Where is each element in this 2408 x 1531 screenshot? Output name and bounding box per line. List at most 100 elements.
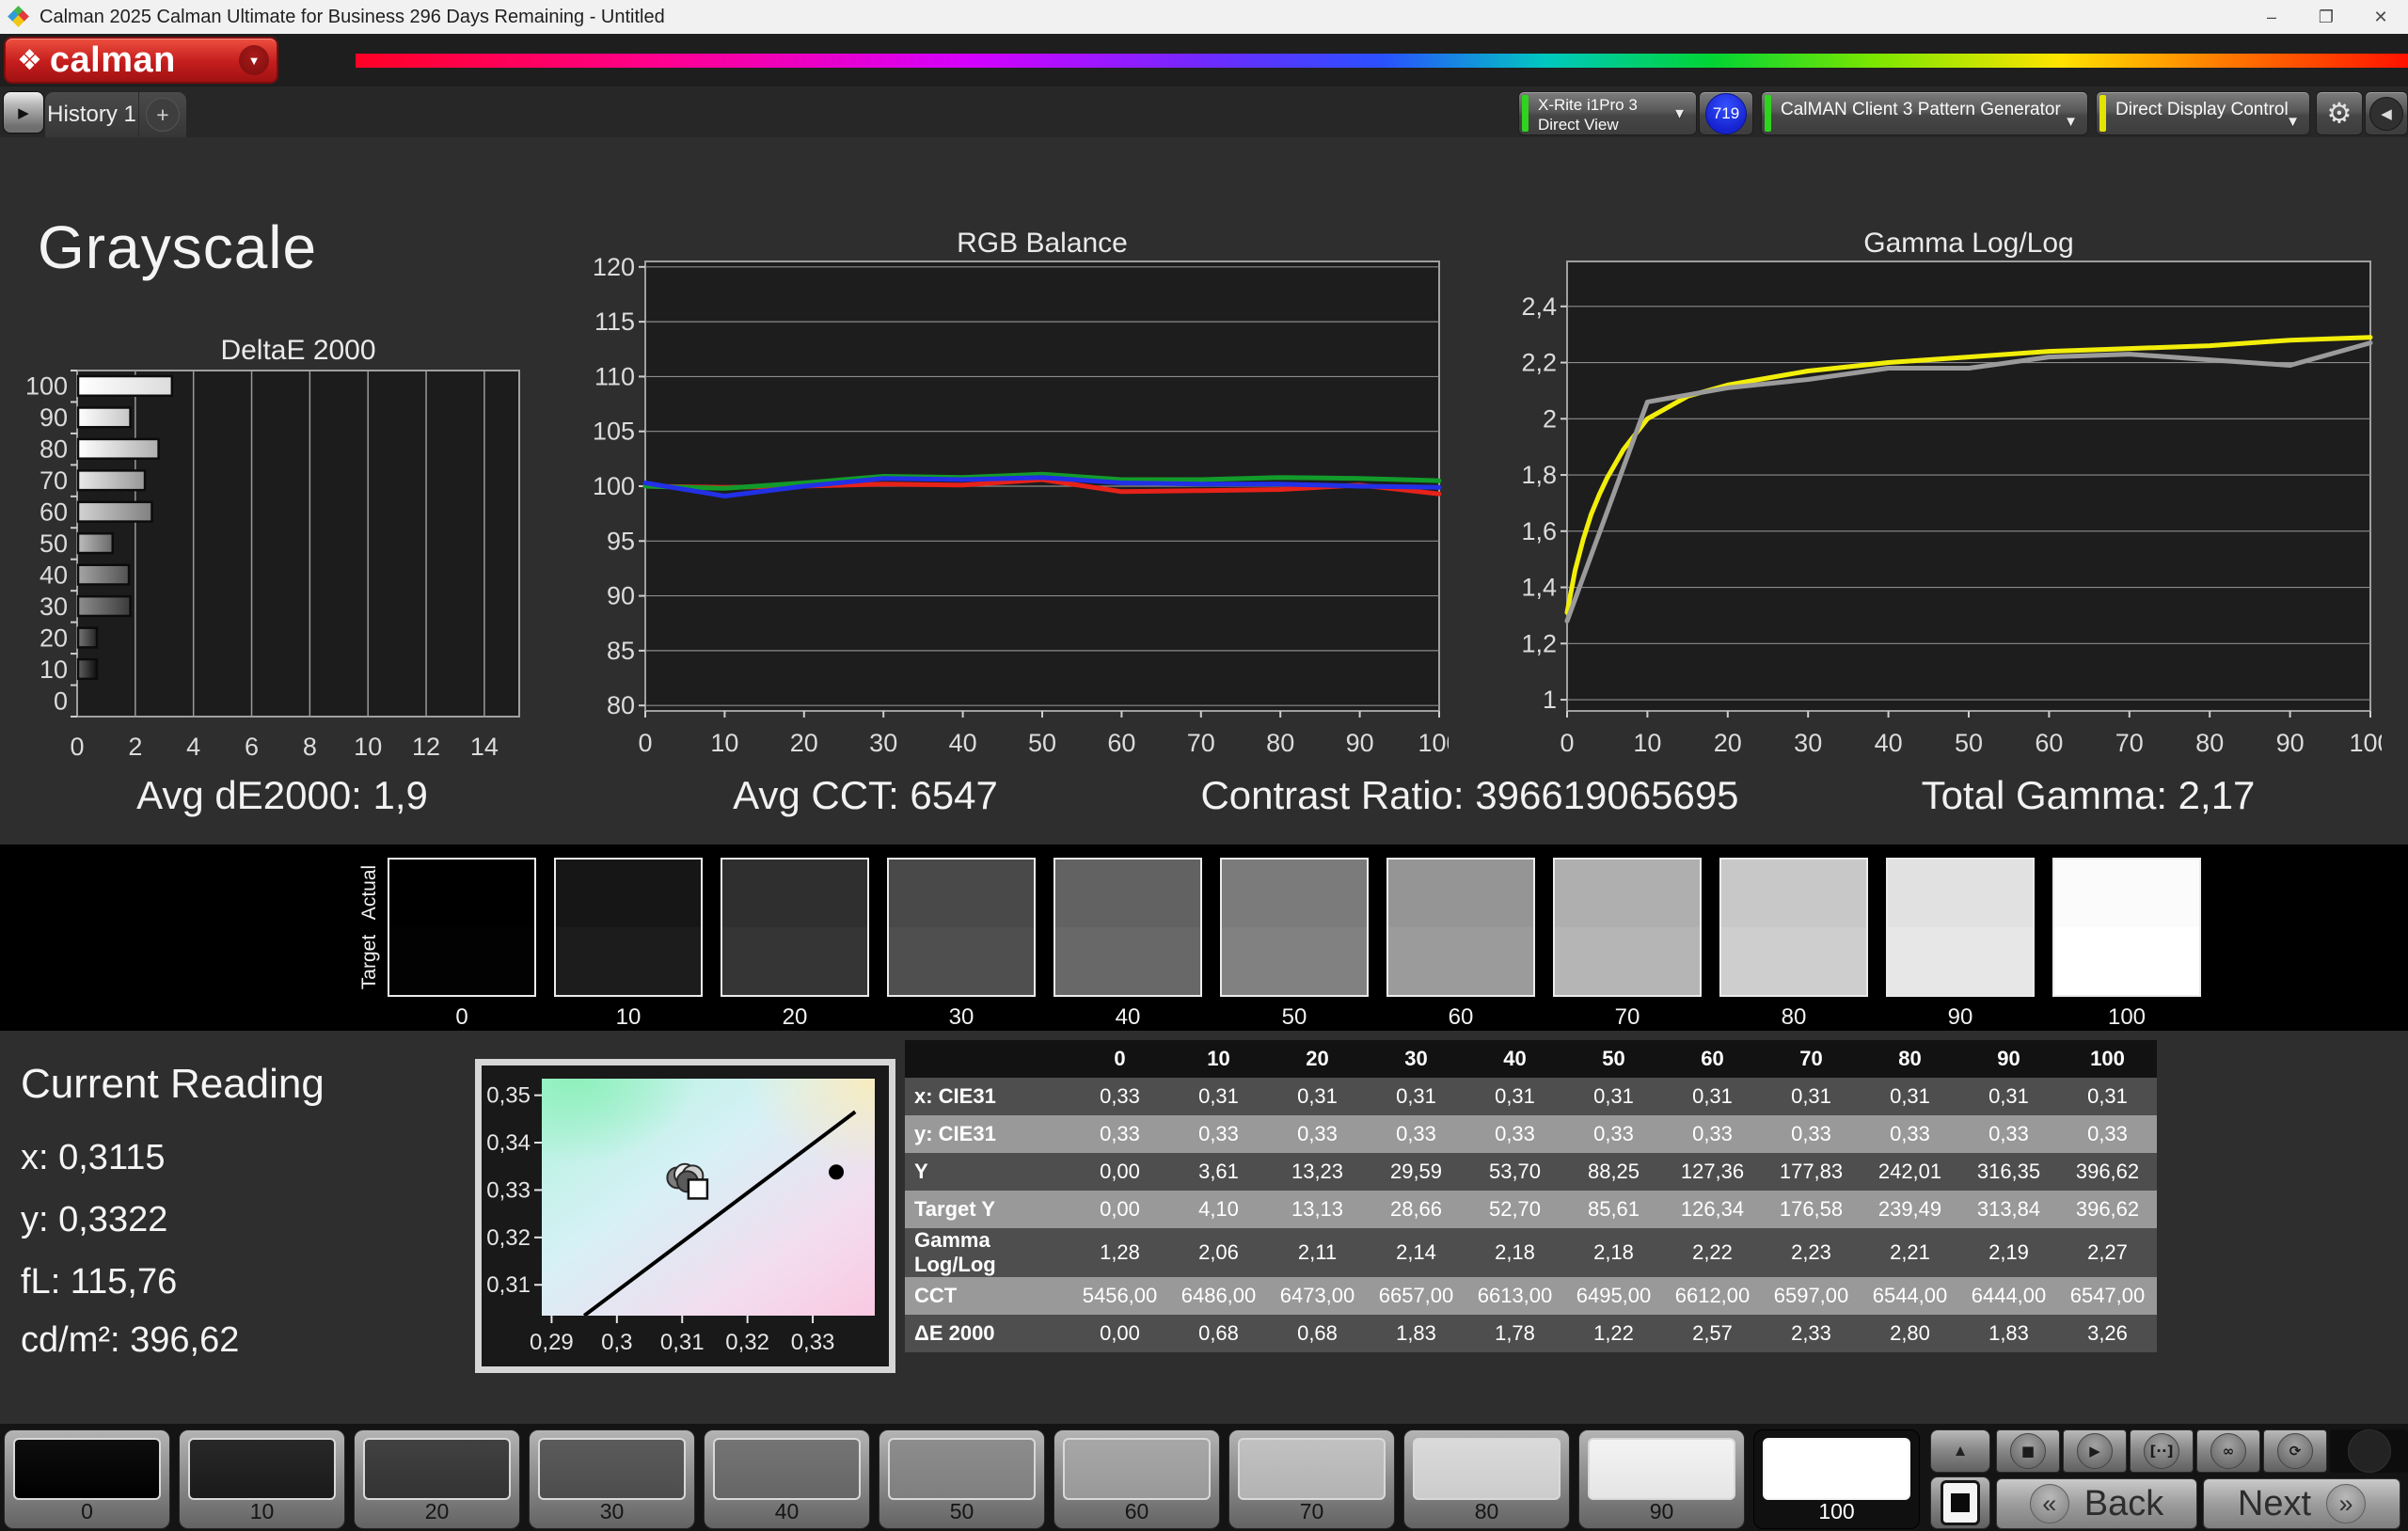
pattern-patch-0[interactable]: 0 <box>4 1429 170 1529</box>
pattern-patch-50[interactable]: 50 <box>879 1429 1045 1529</box>
pattern-patch-30[interactable]: 30 <box>529 1429 695 1529</box>
pattern-window-button[interactable] <box>1930 1476 1990 1529</box>
pattern-patch-10[interactable]: 10 <box>179 1429 345 1529</box>
table-row: Target Y0,004,1013,1328,6652,7085,61126,… <box>905 1191 2157 1228</box>
meter-count-button[interactable]: 719 <box>1699 91 1753 135</box>
tab-label: History 1 <box>45 102 138 128</box>
column-header-10: 10 <box>1169 1040 1268 1078</box>
refresh-icon: ⟳ <box>2277 1433 2313 1469</box>
meter-dropdown[interactable]: X-Rite i1Pro 3 Direct View ▼ <box>1518 91 1697 135</box>
patch-swatch <box>13 1438 161 1500</box>
table-cell: 6657,00 <box>1367 1277 1465 1315</box>
settings-button[interactable]: ⚙ <box>2316 91 2363 135</box>
svg-text:0,31: 0,31 <box>486 1272 531 1298</box>
table-cell: 396,62 <box>2058 1191 2157 1228</box>
stop-button[interactable]: ■ <box>1996 1429 2060 1473</box>
add-tab-button[interactable]: + <box>138 92 186 137</box>
table-cell: 242,01 <box>1861 1153 1959 1191</box>
svg-text:60: 60 <box>40 498 68 527</box>
row-label: y: CIE31 <box>905 1115 1070 1153</box>
row-label: x: CIE31 <box>905 1078 1070 1115</box>
patch-swatch <box>1063 1438 1211 1500</box>
infinity-icon: ∞ <box>2210 1433 2246 1469</box>
patch-swatch <box>1413 1438 1560 1500</box>
table-cell: 0,33 <box>2058 1115 2157 1153</box>
refresh-measure-button[interactable]: ⟳ <box>2263 1429 2327 1473</box>
patch-label: 80 <box>1404 1499 1569 1524</box>
minimize-icon[interactable]: – <box>2244 0 2299 34</box>
pattern-patch-70[interactable]: 70 <box>1228 1429 1395 1529</box>
pattern-patch-40[interactable]: 40 <box>704 1429 870 1529</box>
page-title: Grayscale <box>38 213 317 282</box>
table-cell: 88,25 <box>1564 1153 1663 1191</box>
svg-text:0: 0 <box>70 733 84 761</box>
range-measure-button[interactable]: [··] <box>2130 1429 2194 1473</box>
chevron-down-icon[interactable]: ▼ <box>239 45 269 75</box>
reading-fl: fL: 115,76 <box>21 1262 177 1302</box>
svg-text:1,6: 1,6 <box>1521 517 1557 545</box>
pattern-patch-90[interactable]: 90 <box>1578 1429 1745 1529</box>
swatch-target <box>1555 927 1700 995</box>
grayscale-swatch-strip: Actual Target 0102030405060708090100 <box>0 844 2408 1031</box>
contrast-ratio-stat: Contrast Ratio: 396619065695 <box>1166 773 1773 818</box>
row-label: CCT <box>905 1277 1070 1315</box>
svg-text:90: 90 <box>1346 729 1374 757</box>
pattern-generator-dropdown[interactable]: CalMAN Client 3 Pattern Generator ▼ <box>1761 91 2088 135</box>
column-header-40: 40 <box>1465 1040 1564 1078</box>
pattern-patch-80[interactable]: 80 <box>1403 1429 1570 1529</box>
table-cell: 313,84 <box>1959 1191 2058 1228</box>
pattern-generator-label: CalMAN Client 3 Pattern Generator <box>1781 100 2061 120</box>
svg-text:70: 70 <box>1187 729 1215 757</box>
back-button[interactable]: « Back <box>1996 1478 2197 1529</box>
table-cell: 2,80 <box>1861 1315 1959 1352</box>
svg-text:115: 115 <box>594 308 635 336</box>
swatch-level-70 <box>1553 858 1702 997</box>
table-cell: 2,21 <box>1861 1228 1959 1277</box>
svg-text:40: 40 <box>40 560 68 589</box>
pattern-patch-20[interactable]: 20 <box>354 1429 520 1529</box>
svg-text:50: 50 <box>1955 729 1983 757</box>
grayscale-table: 0102030405060708090100x: CIE310,330,310,… <box>905 1040 2157 1352</box>
target-row-label: Target <box>358 920 379 1004</box>
swatch-actual <box>1388 860 1533 927</box>
table-cell: 2,06 <box>1169 1228 1268 1277</box>
svg-text:80: 80 <box>607 691 635 719</box>
table-cell: 0,33 <box>1070 1115 1169 1153</box>
stop-icon: ■ <box>2010 1433 2046 1469</box>
close-icon[interactable]: ✕ <box>2353 0 2408 34</box>
display-control-dropdown[interactable]: Direct Display Control ▼ <box>2096 91 2310 135</box>
title-bar: Calman 2025 Calman Ultimate for Business… <box>0 0 2408 34</box>
play-forward-icon: ▶ <box>18 104 29 121</box>
svg-text:8: 8 <box>303 733 317 761</box>
table-cell: 2,33 <box>1762 1315 1861 1352</box>
display-control-status-bar <box>2099 95 2106 132</box>
continuous-measure-button[interactable]: ∞ <box>2196 1429 2260 1473</box>
table-cell: 3,61 <box>1169 1153 1268 1191</box>
calman-menu-button[interactable]: ❖ calman ▼ <box>4 37 278 84</box>
table-cell: 0,31 <box>1367 1078 1465 1115</box>
row-label: Y <box>905 1153 1070 1191</box>
column-header-80: 80 <box>1861 1040 1959 1078</box>
svg-text:105: 105 <box>593 418 635 446</box>
table-cell: 2,27 <box>2058 1228 2157 1277</box>
svg-text:2,4: 2,4 <box>1521 292 1557 321</box>
svg-text:10: 10 <box>1633 729 1661 757</box>
next-button[interactable]: Next » <box>2203 1478 2400 1529</box>
swatch-level-60 <box>1386 858 1535 997</box>
layout-nav-button[interactable]: ▶ <box>3 91 44 134</box>
patch-label: 20 <box>355 1499 519 1524</box>
tab-history-1[interactable]: History 1 + <box>45 92 186 137</box>
gear-icon: ⚙ <box>2327 97 2353 130</box>
play-button[interactable]: ▶ <box>2063 1429 2127 1473</box>
row-label: ΔE 2000 <box>905 1315 1070 1352</box>
maximize-icon[interactable]: ❐ <box>2299 0 2353 34</box>
column-header-100: 100 <box>2058 1040 2157 1078</box>
swatch-level-label: 80 <box>1718 1004 1870 1031</box>
table-cell: 0,31 <box>1465 1078 1564 1115</box>
expand-pattern-panel-button[interactable]: ▲ <box>1930 1429 1990 1473</box>
collapse-panel-button[interactable]: ◀ <box>2365 91 2408 135</box>
pattern-patch-60[interactable]: 60 <box>1054 1429 1220 1529</box>
swatch-actual <box>1055 860 1200 927</box>
patch-label: 60 <box>1054 1499 1219 1524</box>
pattern-patch-100[interactable]: 100 <box>1753 1429 1920 1529</box>
